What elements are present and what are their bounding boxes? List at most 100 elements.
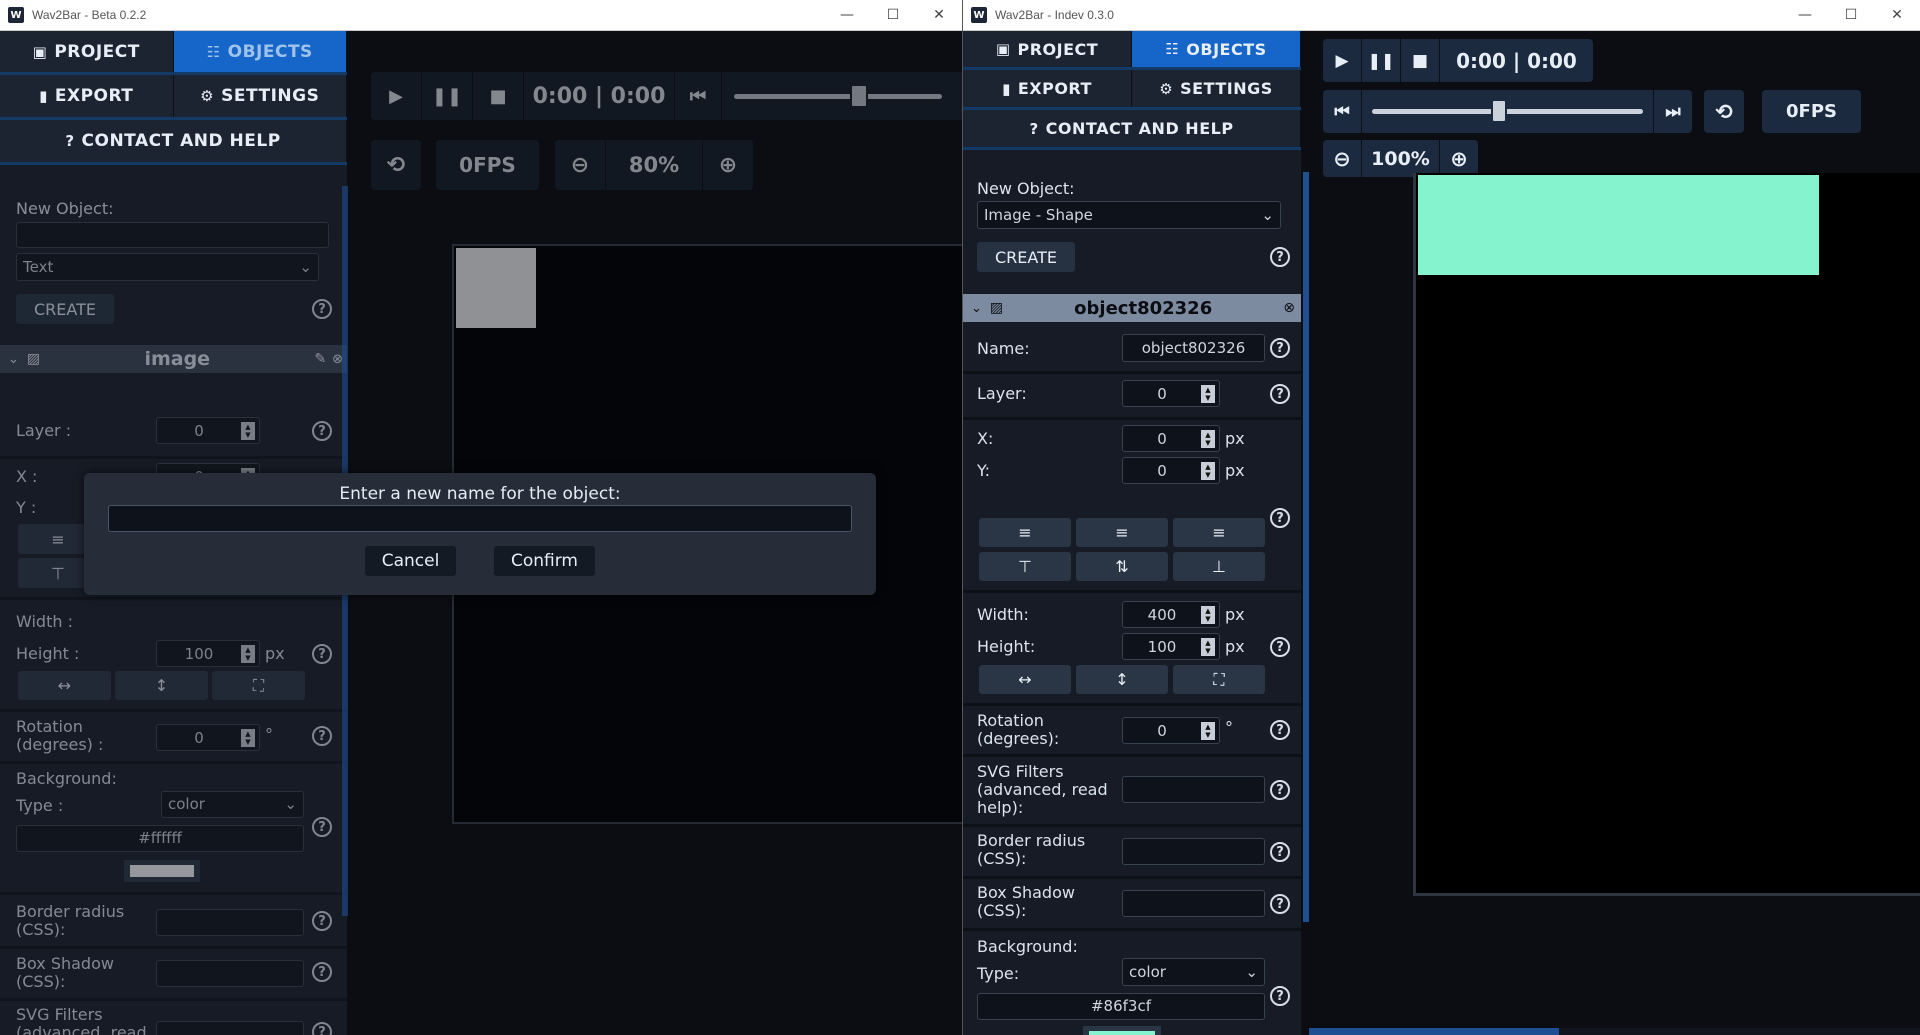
color-picker-button[interactable] [124,860,200,882]
minimize-icon[interactable]: — [824,7,870,23]
spinner-icon[interactable]: ▲▼ [1201,637,1215,656]
slider-thumb[interactable] [850,84,868,108]
help-icon[interactable]: ? [1270,720,1290,740]
box-shadow-input[interactable] [1122,890,1265,917]
help-icon[interactable]: ? [312,644,332,664]
name-input[interactable]: object802326 [1122,334,1265,362]
skip-forward-button[interactable]: ⏭ [1654,90,1692,133]
create-button[interactable]: CREATE [977,242,1075,272]
help-icon[interactable]: ? [1270,338,1290,358]
x-input[interactable]: 0 ▲▼ [1122,425,1220,452]
maximize-icon[interactable]: ☐ [870,7,916,23]
layer-input[interactable]: 0 ▲ ▼ [1122,380,1220,407]
fit-width-button[interactable]: ↔ [18,671,111,700]
tab-contact[interactable]: ? CONTACT AND HELP [963,110,1301,147]
height-input[interactable]: 100 ▲ ▼ [1122,633,1220,660]
zoom-in-icon[interactable]: ⊕ [1440,140,1478,177]
box-shadow-input[interactable] [156,960,304,987]
preview-object[interactable] [456,248,536,328]
help-icon[interactable]: ? [312,817,332,837]
background-type-select[interactable]: color ⌄ [161,791,304,818]
fit-screen-button[interactable]: ⛶ [1173,665,1265,694]
help-icon[interactable]: ? [312,1022,332,1035]
align-left-button[interactable]: ≡ [979,518,1071,547]
maximize-icon[interactable]: ☐ [1828,7,1874,23]
loop-button[interactable]: ⟲ [1704,90,1744,133]
help-icon[interactable]: ? [312,911,332,931]
color-hex-input[interactable]: #86f3cf [977,993,1265,1020]
rotation-input[interactable]: 0 ▲ ▼ [156,724,260,751]
panel-scrollbar[interactable] [1303,172,1309,922]
fit-height-button[interactable]: ↕ [1076,665,1168,694]
rename-input[interactable] [108,505,852,532]
tab-settings[interactable]: ⚙ SETTINGS [1132,70,1301,107]
close-icon[interactable]: ✕ [916,7,962,23]
tab-export[interactable]: ▮ EXPORT [0,75,174,117]
align-bottom-button[interactable]: ⊥ [1173,552,1265,581]
tab-project[interactable]: ▣ PROJECT [963,31,1132,67]
loop-button[interactable]: ⟲ [371,140,421,190]
help-icon[interactable]: ? [312,726,332,746]
chevron-down-icon[interactable]: ⌄ [971,301,982,316]
color-picker-button[interactable] [1083,1026,1161,1035]
play-button[interactable]: ▶ [1323,39,1361,82]
align-middle-button[interactable]: ⇅ [1076,552,1168,581]
confirm-button[interactable]: Confirm [494,546,595,576]
help-icon[interactable]: ? [1270,247,1290,267]
skip-back-button[interactable]: ⏮ [1323,90,1361,133]
chevron-down-icon[interactable]: ⌄ [8,352,19,367]
rotation-input[interactable]: 0 ▲ ▼ [1122,717,1220,744]
help-icon[interactable]: ? [1270,842,1290,862]
tab-export[interactable]: ▮ EXPORT [963,70,1132,107]
spinner-icon[interactable]: ▲▼ [1201,605,1215,624]
help-icon[interactable]: ? [1270,894,1290,914]
y-input[interactable]: 0 ▲ ▼ [1122,457,1220,484]
tab-objects[interactable]: ☷ OBJECTS [1132,31,1301,67]
align-top-button[interactable]: ⊤ [979,552,1071,581]
help-icon[interactable]: ? [1270,780,1290,800]
new-object-type-select[interactable]: Text ⌄ [16,253,319,281]
preview-canvas[interactable] [1413,173,1920,896]
align-center-button[interactable]: ≡ [1076,518,1168,547]
spinner-icon[interactable]: ▲▼ [241,421,255,440]
zoom-out-icon[interactable]: ⊖ [555,140,605,190]
fit-height-button[interactable]: ↕ [115,671,208,700]
help-icon[interactable]: ? [1270,508,1290,528]
help-icon[interactable]: ? [1270,384,1290,404]
fit-screen-button[interactable]: ⛶ [212,671,305,700]
layer-input[interactable]: 0 ▲ ▼ [156,417,260,444]
tab-objects[interactable]: ☷ OBJECTS [173,31,347,72]
help-icon[interactable]: ? [312,299,332,319]
skip-back-button[interactable]: ⏮ [675,72,721,120]
play-button[interactable]: ▶ [371,72,421,120]
fit-width-button[interactable]: ↔ [979,665,1071,694]
create-button[interactable]: CREATE [16,294,114,324]
pause-button[interactable]: ❚❚ [1362,39,1400,82]
svg-filters-input[interactable] [156,1021,304,1035]
spinner-icon[interactable]: ▲▼ [1201,384,1215,403]
preview-shape[interactable] [1418,175,1819,275]
horizontal-scrollbar[interactable] [1309,1028,1920,1035]
border-radius-input[interactable] [156,909,304,936]
spinner-icon[interactable]: ▲▼ [241,728,255,747]
progress-slider[interactable] [1362,90,1653,133]
border-radius-input[interactable] [1122,838,1265,865]
svg-filters-input[interactable] [1122,776,1265,803]
width-input[interactable]: 400 ▲ ▼ [1122,601,1220,628]
spinner-icon[interactable]: ▲▼ [1201,461,1215,480]
new-object-type-select[interactable]: Image - Shape ⌄ [977,201,1281,229]
close-icon[interactable]: ✕ [1874,7,1920,23]
pencil-icon[interactable]: ✎ [314,351,326,367]
help-icon[interactable]: ? [312,421,332,441]
help-icon[interactable]: ? [312,962,332,982]
spinner-icon[interactable]: ▲▼ [1201,429,1215,448]
pause-button[interactable]: ❚❚ [422,72,472,120]
new-object-name-input[interactable] [16,222,329,248]
close-circle-icon[interactable]: ⊗ [1283,300,1295,316]
help-icon[interactable]: ? [1270,986,1290,1006]
tab-project[interactable]: ▣ PROJECT [0,31,174,72]
progress-slider[interactable] [722,72,942,120]
tab-settings[interactable]: ⚙ SETTINGS [173,75,347,117]
height-input[interactable]: 100 ▲ ▼ [156,640,260,667]
help-icon[interactable]: ? [1270,637,1290,657]
